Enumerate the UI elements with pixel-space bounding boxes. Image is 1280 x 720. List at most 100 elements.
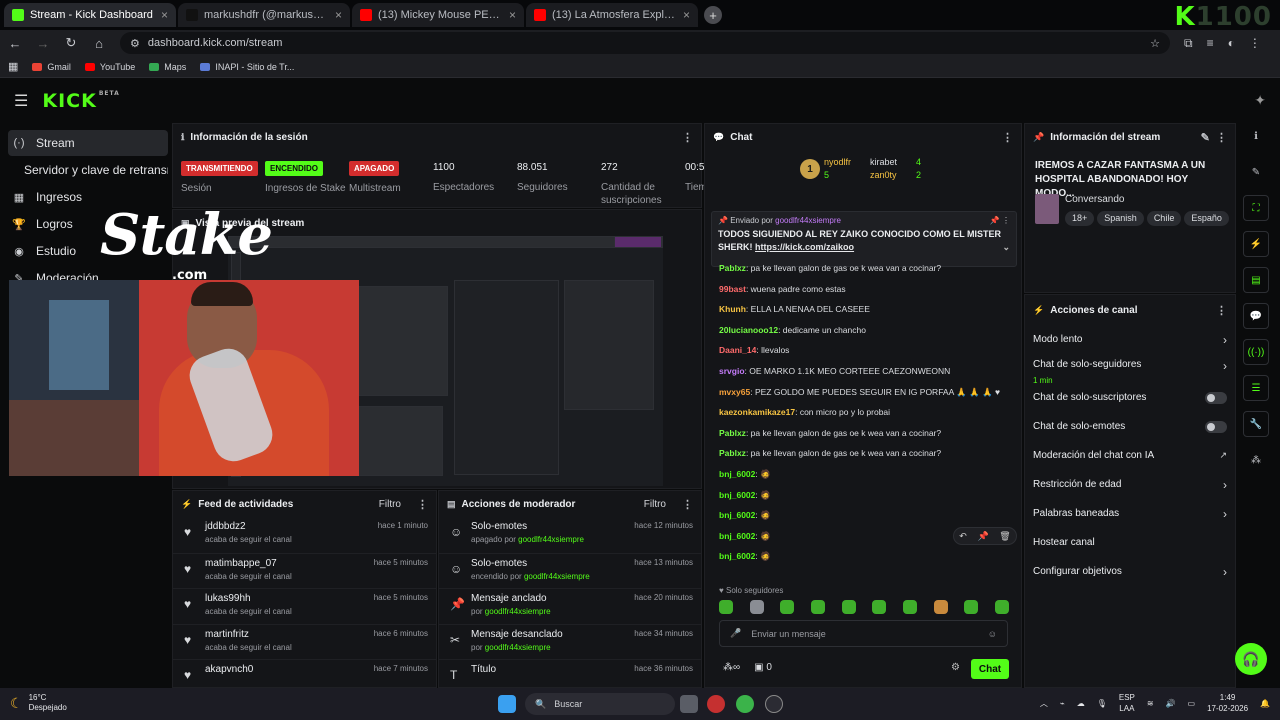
volume-icon[interactable]: 🔊 bbox=[1166, 699, 1176, 708]
chat-username[interactable]: Pablxz bbox=[719, 428, 746, 438]
info-icon[interactable]: ℹ bbox=[1243, 123, 1269, 149]
feed-item[interactable]: ♥ lukas99hh acaba de seguir el canal hace 5… bbox=[173, 588, 436, 624]
mic-icon[interactable]: 🎙 bbox=[1097, 699, 1107, 708]
gifter-name[interactable]: nyodlfr bbox=[824, 157, 851, 167]
chevron-right-icon[interactable]: › bbox=[1223, 565, 1227, 579]
edit-icon[interactable]: ✎ ⋮ bbox=[1201, 131, 1227, 144]
status-badge[interactable]: ENCENDIDO bbox=[265, 161, 324, 176]
mod-action-item[interactable]: ✂ Mensaje desanclado por goodlfr44xsiempre… bbox=[439, 623, 701, 660]
language-indicator[interactable]: ESP LAA bbox=[1119, 692, 1135, 714]
broadcast-icon[interactable]: ((·)) bbox=[1243, 339, 1269, 365]
document-icon[interactable]: ▤ bbox=[1243, 267, 1269, 293]
chevron-up-icon[interactable]: ︿ bbox=[1040, 698, 1048, 709]
channel-action-item[interactable]: Chat de solo-seguidores 1 min › bbox=[1025, 354, 1235, 385]
browser-tab[interactable]: (13) La Atmosfera Exploración × bbox=[526, 3, 698, 27]
mod-action-item[interactable]: T Título hace 36 minutos bbox=[439, 659, 701, 687]
bookmark-star-icon[interactable]: ☆ bbox=[1150, 37, 1160, 50]
url-input[interactable]: ⚙ dashboard.kick.com/stream ☆ bbox=[120, 32, 1170, 54]
bookmark-item[interactable]: YouTube bbox=[84, 62, 135, 72]
kick-logo[interactable]: KICK BETA bbox=[42, 90, 119, 112]
start-icon[interactable] bbox=[498, 695, 516, 713]
gifter-name[interactable]: zan0ty bbox=[870, 170, 897, 180]
pinned-link[interactable]: https://kick.com/zaikoo bbox=[755, 242, 854, 252]
filter-button[interactable]: Filtro bbox=[379, 499, 401, 510]
chat-username[interactable]: Daani_14 bbox=[719, 345, 756, 355]
stream-tag[interactable]: Chile bbox=[1146, 211, 1182, 226]
app-icon[interactable] bbox=[707, 695, 725, 713]
browser-tab[interactable]: Stream - Kick Dashboard × bbox=[4, 3, 176, 27]
emote-icon[interactable] bbox=[841, 600, 856, 614]
emote-icon[interactable] bbox=[719, 600, 733, 614]
forward-icon[interactable]: → bbox=[36, 36, 50, 51]
add-widget-icon[interactable]: ⁂ bbox=[1243, 447, 1269, 473]
more-options-icon[interactable]: ⋮ bbox=[1002, 131, 1013, 144]
stream-tag[interactable]: Spanish bbox=[1097, 211, 1144, 226]
toggle-switch[interactable] bbox=[1205, 420, 1227, 433]
reading-list-icon[interactable]: ≡ bbox=[1207, 36, 1214, 50]
battery-icon[interactable]: ▭ bbox=[1188, 699, 1196, 708]
hamburger-menu-icon[interactable]: ☰ bbox=[14, 91, 28, 111]
chat-username[interactable]: kaezonkamikaze17 bbox=[719, 407, 795, 417]
emote-icon[interactable] bbox=[933, 600, 948, 614]
chat-username[interactable]: Pablxz bbox=[719, 448, 746, 458]
emote-icon[interactable] bbox=[902, 600, 917, 614]
filter-button[interactable]: Filtro bbox=[644, 499, 666, 510]
chat-username[interactable]: mvxy65 bbox=[719, 387, 750, 397]
mod-action-item[interactable]: 📌 Mensaje anclado por goodlfr44xsiempre hac… bbox=[439, 588, 701, 624]
status-badge[interactable]: APAGADO bbox=[349, 161, 400, 176]
chat-icon[interactable]: 💬 bbox=[1243, 303, 1269, 329]
chat-username[interactable]: 20lucianooo12 bbox=[719, 325, 778, 335]
toggle-switch[interactable] bbox=[1205, 391, 1227, 404]
emoji-icon[interactable]: ☺ bbox=[988, 629, 997, 639]
more-options-icon[interactable]: ⋮ bbox=[417, 498, 428, 511]
chat-username[interactable]: Khunh bbox=[719, 304, 746, 314]
chat-username[interactable]: Pablxz bbox=[719, 263, 746, 273]
chevron-right-icon[interactable]: › bbox=[1223, 359, 1227, 373]
chat-message[interactable]: kaezonkamikaze17: con micro po y lo prob… bbox=[705, 402, 1021, 423]
notifications-icon[interactable]: 🔔 bbox=[1260, 699, 1270, 708]
more-options-icon[interactable]: ⋮ bbox=[682, 131, 693, 144]
chevron-right-icon[interactable]: › bbox=[1223, 507, 1227, 521]
pinned-author[interactable]: goodlfr44xsiempre bbox=[775, 216, 841, 225]
chat-username[interactable]: bnj_6002 bbox=[719, 490, 755, 500]
task-view-icon[interactable] bbox=[680, 695, 698, 713]
reply-icon[interactable]: ↶ bbox=[959, 531, 967, 542]
feed-item[interactable]: ♥ martinfritz acaba de seguir el canal hace… bbox=[173, 623, 436, 660]
bookmark-item[interactable]: INAPI - Sitio de Tr... bbox=[200, 62, 294, 72]
browser-tab[interactable]: (13) Mickey Mouse PERTURBA × bbox=[352, 3, 524, 27]
media-player-icon[interactable] bbox=[765, 695, 783, 713]
chat-username[interactable]: 99bast bbox=[719, 284, 746, 294]
mod-action-item[interactable]: ☺ Solo-emotes encendido por goodlfr44xsiem… bbox=[439, 552, 701, 589]
category-name[interactable]: Conversando bbox=[1065, 194, 1124, 205]
external-link-icon[interactable]: ↗ bbox=[1219, 450, 1227, 461]
chat-message[interactable]: Daani_14: llevalos bbox=[705, 340, 1021, 361]
chat-message[interactable]: Pablxz: pa ke llevan galon de gas oe k w… bbox=[705, 443, 1021, 464]
channel-action-item[interactable]: Chat de solo-suscriptores bbox=[1025, 383, 1235, 412]
profile-icon[interactable]: ◐ bbox=[1228, 36, 1235, 50]
stream-tag[interactable]: Españo bbox=[1184, 211, 1229, 226]
channel-action-item[interactable]: Restricción de edad › bbox=[1025, 470, 1235, 499]
site-info-icon[interactable]: ⚙ bbox=[130, 37, 140, 50]
chevron-down-icon[interactable]: ⌄ bbox=[1002, 241, 1010, 254]
chat-message[interactable]: 20lucianooo12: dedicame un chancho bbox=[705, 320, 1021, 341]
channel-action-item[interactable]: Modo lento › bbox=[1025, 325, 1235, 354]
category-thumbnail[interactable] bbox=[1035, 194, 1059, 224]
send-chat-button[interactable]: Chat bbox=[971, 659, 1009, 679]
extensions-icon[interactable]: ⧉ bbox=[1184, 36, 1193, 51]
bookmark-item[interactable]: Maps bbox=[149, 62, 186, 72]
help-headset-button[interactable]: 🎧 bbox=[1235, 643, 1267, 675]
pinned-menu-icon[interactable]: 📌 ⋮ bbox=[990, 216, 1010, 225]
browser-tab[interactable]: markushdfr (@markushdfr) | × bbox=[178, 3, 350, 27]
microphone-icon[interactable]: 🎤 bbox=[730, 628, 741, 639]
chat-message[interactable]: Pablxz: pa ke llevan galon de gas oe k w… bbox=[705, 423, 1021, 444]
chrome-icon[interactable] bbox=[736, 695, 754, 713]
user-avatar-icon[interactable]: ✦ bbox=[1254, 92, 1266, 109]
chat-message[interactable]: bnj_6002: 🧔 bbox=[705, 485, 1021, 506]
channel-action-item[interactable]: Hostear canal bbox=[1025, 528, 1235, 557]
close-tab-icon[interactable]: × bbox=[509, 8, 516, 22]
sidebar-item[interactable]: Servidor y clave de retransmisión bbox=[8, 157, 168, 183]
chat-username[interactable]: bnj_6002 bbox=[719, 531, 755, 541]
taskbar-search[interactable]: 🔍 Buscar bbox=[525, 693, 675, 715]
close-tab-icon[interactable]: × bbox=[335, 8, 342, 22]
channel-action-item[interactable]: Palabras baneadas › bbox=[1025, 499, 1235, 528]
